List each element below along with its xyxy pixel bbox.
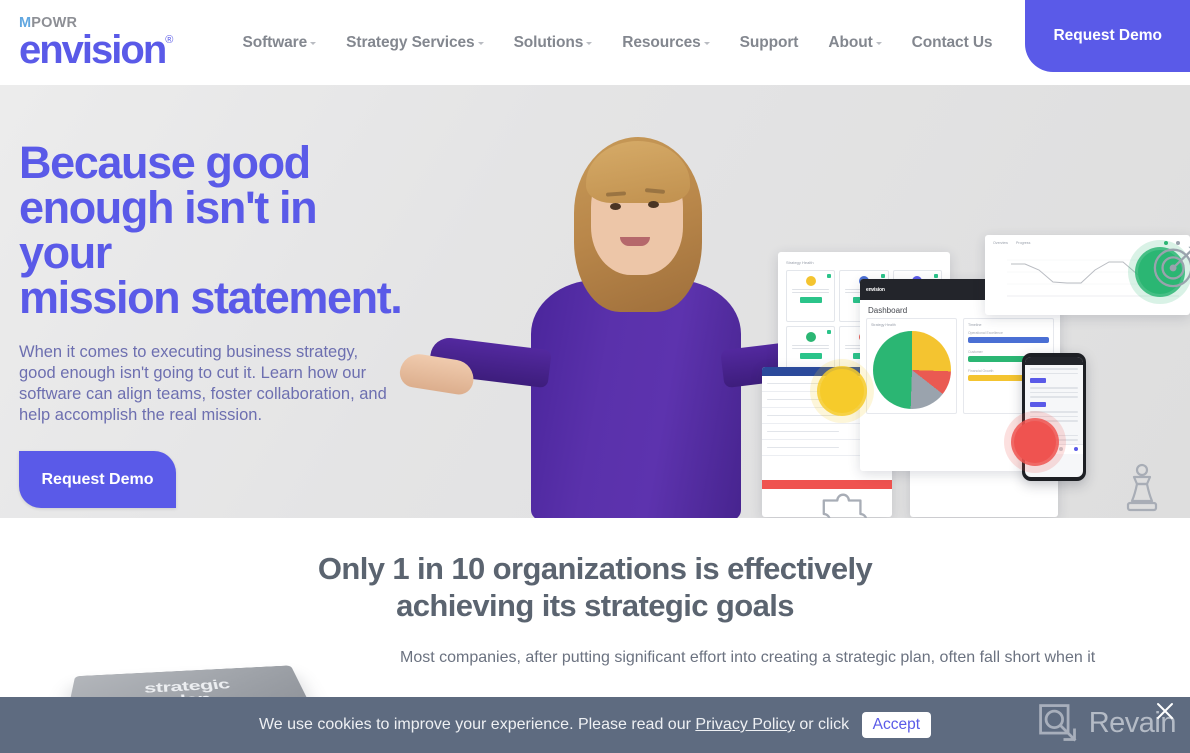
hero-title-line-2: enough isn't in your xyxy=(19,182,318,278)
chevron-down-icon xyxy=(875,41,882,45)
privacy-policy-link[interactable]: Privacy Policy xyxy=(695,716,795,733)
cookie-consent-banner: We use cookies to improve your experienc… xyxy=(0,697,1190,753)
nav-item-strategy-services[interactable]: Strategy Services xyxy=(346,33,484,52)
chevron-down-icon xyxy=(703,41,710,45)
nav-item-support[interactable]: Support xyxy=(740,34,799,52)
nav-item-about[interactable]: About xyxy=(828,33,882,52)
hero-subtitle: When it comes to executing business stra… xyxy=(19,343,387,425)
site-header: MPOWR envision® Software Strategy Servic… xyxy=(0,0,1190,85)
hero-title: Because good enough isn't in your missio… xyxy=(19,140,419,320)
person-eye-right xyxy=(648,201,659,208)
logo-bottom-text: envision® xyxy=(19,28,174,73)
nav-label: Support xyxy=(739,33,799,51)
chess-piece-icon xyxy=(1122,463,1162,518)
progress-bar xyxy=(968,337,1049,343)
cookie-accept-button[interactable]: Accept xyxy=(861,712,931,738)
cookie-message: We use cookies to improve your experienc… xyxy=(259,712,931,738)
nav-item-software[interactable]: Software xyxy=(242,33,317,52)
chevron-down-icon xyxy=(310,41,317,45)
hero-copy: Because good enough isn't in your missio… xyxy=(19,140,419,509)
person-eye-left xyxy=(610,203,621,210)
mockup-pane-title: Strategy Health xyxy=(871,323,896,327)
mockup-pane-title: Timeline xyxy=(968,323,982,327)
cookie-message-before: We use cookies to improve your experienc… xyxy=(258,716,696,734)
person-mouth xyxy=(620,237,650,246)
main-navigation: Software Strategy Services Solutions Res… xyxy=(227,0,1190,85)
status-dot-icon xyxy=(880,274,885,278)
puzzle-piece-icon xyxy=(816,487,874,518)
section-heading: Only 1 in 10 organizations is effectivel… xyxy=(275,551,915,624)
nav-label: Contact Us xyxy=(911,33,993,51)
tile-button xyxy=(799,297,822,304)
mockup-chart-pane: Strategy Health xyxy=(866,318,957,414)
chevron-down-icon xyxy=(586,41,593,45)
mockup-phone-chip xyxy=(1030,401,1046,407)
cookie-message-after: or click xyxy=(794,716,854,734)
nav-item-contact-us[interactable]: Contact Us xyxy=(912,34,993,52)
logo[interactable]: MPOWR envision® xyxy=(19,16,174,73)
product-mockups: Strategy Health envision Dashboard Strat… xyxy=(762,235,1190,518)
mockup-line-tab: Overview xyxy=(993,241,1008,245)
hero-title-line-1: Because good xyxy=(19,137,311,188)
tile-button xyxy=(799,353,822,360)
pie-chart xyxy=(872,331,951,409)
nav-label: Software xyxy=(242,33,308,51)
status-dot-icon xyxy=(933,274,938,278)
mockup-tile xyxy=(786,270,836,322)
mockup-line-tab: Progress xyxy=(1015,241,1031,245)
logo-envision-word: envision xyxy=(19,28,167,73)
nav-label: Resources xyxy=(622,33,701,51)
hero-section: Because good enough isn't in your missio… xyxy=(0,85,1190,518)
red-circle-accent xyxy=(1014,421,1056,463)
mockup-phone-statusbar xyxy=(1025,357,1083,365)
mockup-phone-chip xyxy=(1030,378,1046,384)
bar-label: Operational Excellence xyxy=(968,331,1003,335)
hero-request-demo-button[interactable]: Request Demo xyxy=(19,451,176,509)
yellow-circle-accent xyxy=(820,369,864,413)
section-heading-line-2: strategic goals xyxy=(584,587,794,623)
target-icon xyxy=(1152,243,1190,289)
nav-label: Strategy Services xyxy=(346,33,475,51)
nav-label: Solutions xyxy=(513,33,584,51)
status-dot-icon xyxy=(827,330,832,334)
chevron-down-icon xyxy=(477,41,484,45)
mockup-cards-title: Strategy Health xyxy=(786,260,814,265)
registered-mark-icon: ® xyxy=(165,34,174,47)
nav-label: About xyxy=(828,33,873,51)
page-root: MPOWR envision® Software Strategy Servic… xyxy=(0,0,1190,753)
nav-item-solutions[interactable]: Solutions xyxy=(514,34,593,52)
mockup-dashboard-logo: envision xyxy=(866,286,885,293)
person-torso xyxy=(531,280,741,518)
nav-item-resources[interactable]: Resources xyxy=(622,33,710,52)
tile-icon xyxy=(805,332,816,342)
header-request-demo-button[interactable]: Request Demo xyxy=(1025,0,1190,72)
tile-icon xyxy=(805,276,816,286)
section-paragraph: Most companies, after putting significan… xyxy=(400,649,1096,667)
status-dot-icon xyxy=(827,274,832,278)
close-icon[interactable] xyxy=(1154,700,1176,722)
hero-title-line-3: mission statement. xyxy=(19,272,403,323)
